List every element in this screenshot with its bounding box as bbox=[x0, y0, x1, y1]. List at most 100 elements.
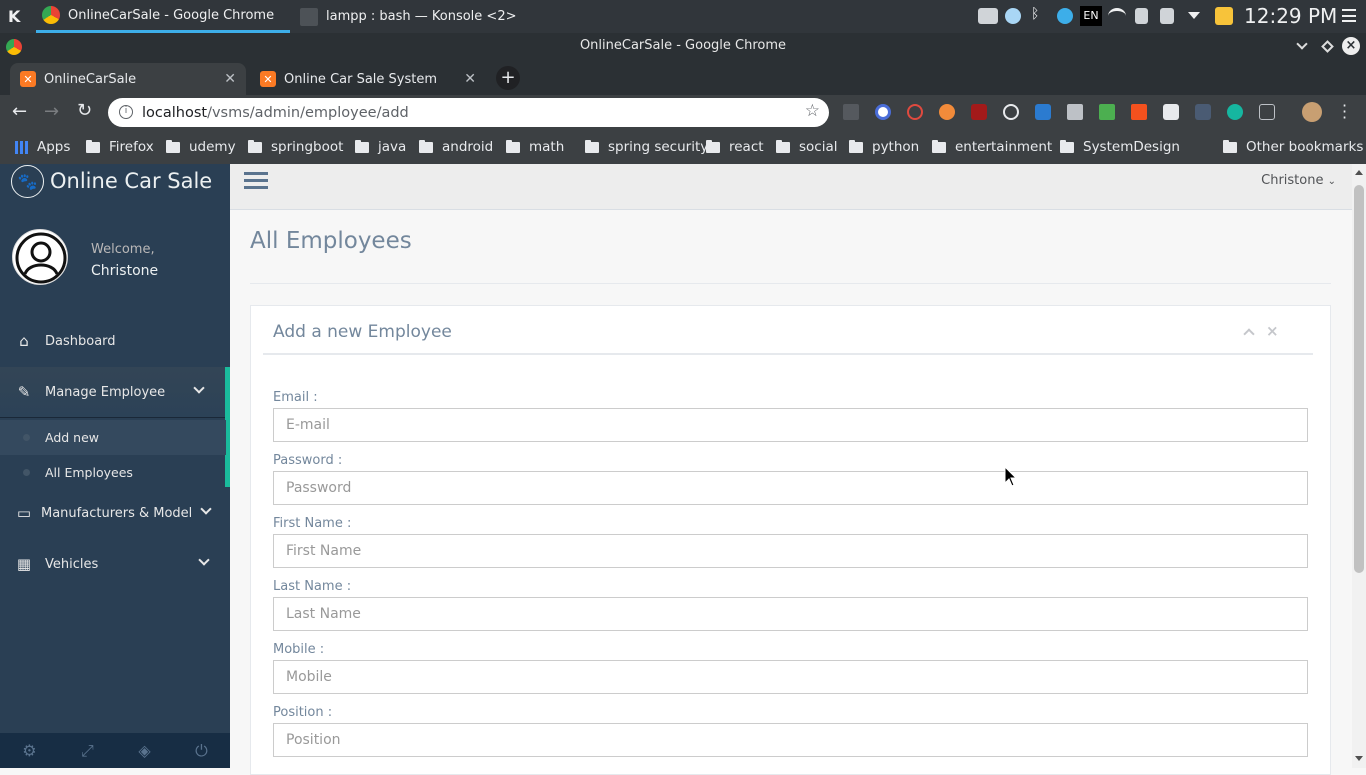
extension-icon[interactable] bbox=[1195, 104, 1211, 120]
bookmark-folder[interactable]: python bbox=[849, 137, 919, 157]
apps-grid-icon bbox=[15, 140, 28, 154]
extension-icon[interactable] bbox=[907, 104, 923, 120]
wifi-icon[interactable] bbox=[1108, 8, 1126, 24]
chrome-icon bbox=[42, 6, 60, 24]
extension-icon[interactable] bbox=[875, 104, 891, 120]
bookmark-folder[interactable]: math bbox=[506, 137, 564, 157]
bookmark-folder[interactable]: entertainment bbox=[932, 137, 1052, 157]
nav-manufacturers-model[interactable]: ▭ Manufacturers & Model bbox=[0, 488, 230, 538]
address-bar[interactable]: i localhost/vsms/admin/employee/add ☆ bbox=[108, 98, 829, 127]
task-label: lampp : bash — Konsole <2> bbox=[326, 9, 517, 24]
chevron-down-icon bbox=[198, 554, 210, 566]
reload-icon[interactable]: ↻ bbox=[77, 100, 92, 121]
cloud-icon[interactable] bbox=[1005, 8, 1021, 24]
folder-icon bbox=[419, 139, 433, 153]
subnav-add-new[interactable]: Add new bbox=[0, 420, 226, 455]
close-tab-icon[interactable]: ✕ bbox=[464, 71, 476, 87]
xampp-favicon: ✕ bbox=[20, 71, 36, 87]
info-icon[interactable]: i bbox=[119, 105, 133, 119]
chevron-down-icon bbox=[200, 503, 212, 515]
fullscreen-icon[interactable]: ⤢ bbox=[81, 741, 94, 761]
nav-vehicles[interactable]: ▦ Vehicles bbox=[0, 539, 230, 589]
close-tab-icon[interactable]: ✕ bbox=[224, 71, 236, 87]
accessibility-icon[interactable] bbox=[1057, 8, 1073, 24]
field-input[interactable]: Position bbox=[273, 723, 1308, 757]
bookmark-folder[interactable]: Firefox bbox=[86, 137, 154, 157]
field-input[interactable]: Password bbox=[273, 471, 1308, 505]
folder-icon bbox=[776, 139, 790, 153]
battery-icon[interactable] bbox=[978, 8, 998, 24]
page-title: All Employees bbox=[250, 228, 412, 254]
folder-icon bbox=[1060, 139, 1074, 153]
extension-icon[interactable] bbox=[1035, 104, 1051, 120]
extension-icon[interactable] bbox=[939, 104, 955, 120]
subnav-all-employees[interactable]: All Employees bbox=[0, 455, 226, 490]
bookmark-other[interactable]: Other bookmarks bbox=[1223, 137, 1363, 157]
task-chrome[interactable]: OnlineCarSale - Google Chrome bbox=[36, 0, 290, 33]
field-input[interactable]: Mobile bbox=[273, 660, 1308, 694]
field-input[interactable]: Last Name bbox=[273, 597, 1308, 631]
clipboard-icon[interactable] bbox=[1135, 8, 1148, 24]
volume-icon[interactable] bbox=[1160, 8, 1174, 24]
desktop-icon: ▭ bbox=[16, 504, 32, 522]
panel-menu-icon[interactable] bbox=[1342, 9, 1356, 22]
settings-icon[interactable]: ⚙ bbox=[22, 741, 36, 760]
scrollbar-thumb[interactable] bbox=[1354, 185, 1364, 573]
bookmark-folder[interactable]: spring security bbox=[585, 137, 708, 157]
url-path: /vsms/admin/employee/add bbox=[207, 104, 409, 121]
brand-title[interactable]: Online Car Sale bbox=[50, 169, 212, 193]
clock[interactable]: 12:29 PM bbox=[1244, 4, 1337, 28]
user-dropdown[interactable]: Christone ⌄ bbox=[1261, 173, 1336, 188]
logout-icon[interactable]: ⏻ bbox=[195, 741, 208, 761]
kde-menu-icon[interactable]: K bbox=[8, 7, 20, 26]
extension-icon[interactable] bbox=[1067, 104, 1083, 120]
close-panel-icon[interactable]: × bbox=[1266, 322, 1279, 340]
tab-onlinecarsale[interactable]: ✕ OnlineCarSale ✕ bbox=[10, 63, 246, 95]
bookmark-folder[interactable]: react bbox=[706, 137, 764, 157]
bookmark-star-icon[interactable]: ☆ bbox=[805, 101, 820, 121]
extension-icon[interactable] bbox=[1259, 104, 1275, 120]
extension-icon[interactable] bbox=[843, 104, 859, 120]
extension-icon[interactable] bbox=[1131, 104, 1147, 120]
close-window-icon[interactable]: × bbox=[1342, 37, 1360, 55]
new-tab-button[interactable]: + bbox=[496, 66, 520, 90]
forward-icon[interactable]: → bbox=[44, 101, 59, 122]
chrome-menu-icon[interactable]: · · · bbox=[1342, 98, 1347, 126]
folder-icon bbox=[932, 139, 946, 153]
extension-icon[interactable] bbox=[1163, 104, 1179, 120]
nav-dashboard[interactable]: ⌂ Dashboard bbox=[0, 316, 230, 366]
nav-manage-employee[interactable]: ✎ Manage Employee bbox=[0, 367, 230, 417]
panel-title: Add a new Employee bbox=[273, 322, 452, 342]
extension-icon[interactable] bbox=[1227, 104, 1243, 120]
scroll-down-icon[interactable] bbox=[1355, 756, 1363, 761]
bookmark-folder[interactable]: java bbox=[355, 137, 406, 157]
notes-icon[interactable] bbox=[1215, 7, 1233, 25]
field-input[interactable]: First Name bbox=[273, 534, 1308, 568]
react-devtools-icon[interactable] bbox=[1003, 104, 1019, 120]
bookmark-folder[interactable]: social bbox=[776, 137, 838, 157]
mouse-cursor bbox=[1004, 465, 1018, 492]
bookmark-folder[interactable]: android bbox=[419, 137, 493, 157]
panel-divider bbox=[263, 353, 1313, 355]
task-konsole[interactable]: lampp : bash — Konsole <2> bbox=[296, 0, 546, 33]
profile-avatar[interactable] bbox=[1302, 102, 1322, 122]
chevron-down-icon bbox=[193, 382, 205, 394]
language-indicator[interactable]: EN bbox=[1080, 6, 1102, 26]
bluetooth-icon[interactable]: ᛒ bbox=[1031, 6, 1041, 22]
folder-icon bbox=[706, 139, 720, 153]
bookmark-apps[interactable]: Apps bbox=[15, 137, 70, 157]
scroll-up-icon[interactable] bbox=[1355, 170, 1363, 175]
tray-expand-icon[interactable] bbox=[1188, 12, 1200, 19]
bookmark-folder[interactable]: udemy bbox=[166, 137, 236, 157]
brand-logo-icon[interactable]: 🐾 bbox=[11, 165, 44, 198]
ublock-icon[interactable] bbox=[971, 104, 987, 120]
menu-toggle-icon[interactable] bbox=[244, 172, 268, 190]
back-icon[interactable]: ← bbox=[12, 101, 27, 122]
bookmark-folder[interactable]: SystemDesign bbox=[1060, 137, 1180, 157]
download-icon[interactable] bbox=[1099, 104, 1115, 120]
field-input[interactable]: E-mail bbox=[273, 408, 1308, 442]
tab-online-car-sale-system[interactable]: ✕ Online Car Sale System ✕ bbox=[250, 63, 486, 95]
lock-icon[interactable]: ◈ bbox=[138, 741, 150, 760]
url-host: localhost bbox=[142, 104, 208, 121]
bookmark-folder[interactable]: springboot bbox=[248, 137, 343, 157]
